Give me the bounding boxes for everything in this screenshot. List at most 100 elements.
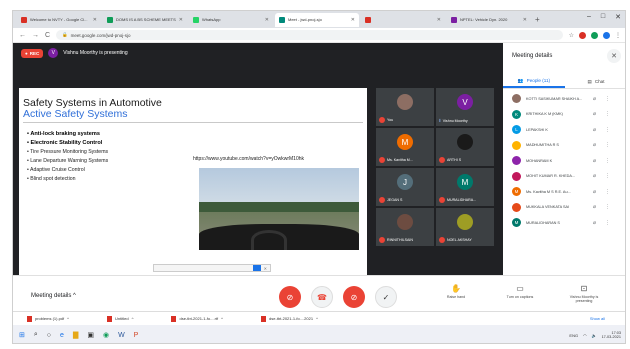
more-vert-icon[interactable]: ⋮ [605,204,610,210]
download-item[interactable]: dse-tbt-2021-1-fo....2021 ^ [261,315,318,322]
browser-tab[interactable]: WhatsApp ✕ [189,13,273,27]
show-all-link[interactable]: Show all [590,316,605,321]
close-tab-icon[interactable]: ✕ [93,17,97,23]
mic-off-icon[interactable]: ⌀ [593,220,596,226]
close-tab-icon[interactable]: ✕ [351,17,355,23]
windows-start-icon[interactable]: ⊞ [19,331,25,339]
mic-off-icon[interactable]: ⌀ [593,158,596,164]
participant-tile[interactable]: RINNITHILSAIN [375,207,435,247]
minimize-icon[interactable]: – [587,13,591,21]
browser-tab[interactable]: Welcome to NVTY - Google Cl... ✕ [17,13,101,27]
meeting-details-button[interactable]: Meeting details ^ [31,293,76,299]
tab-chat[interactable]: ▤ Chat [565,75,625,88]
participant-tile[interactable]: J JEGAN S [375,167,435,207]
mic-off-icon[interactable]: ⌀ [593,189,596,195]
edge-icon[interactable]: e [60,332,64,339]
more-vert-icon[interactable]: ⋮ [605,96,610,102]
puzzle-icon[interactable]: ⋮ [615,32,621,39]
extension-icon[interactable] [603,31,610,39]
favicon-icon [21,16,27,23]
more-vert-icon[interactable]: ⋮ [605,173,610,179]
download-item[interactable]: problems (1).pdf ^ [27,315,69,322]
extension-icon[interactable] [591,31,598,39]
close-tab-icon[interactable]: ✕ [437,17,441,23]
mic-off-icon[interactable]: ⌀ [593,96,596,102]
captions-button[interactable]: ▭ Turn on captions [497,284,543,303]
participant-tile[interactable]: V ⦀ Vishnu Moorthy [435,87,495,127]
participant-tile[interactable]: You [375,87,435,127]
wifi-icon[interactable]: ◠ [583,333,587,338]
mic-off-icon[interactable]: ⌀ [593,204,596,210]
volume-icon[interactable]: 🔈 [592,333,597,338]
camera-toggle-button[interactable]: ⊘ [343,286,365,308]
close-tab-icon[interactable]: ✕ [265,17,269,23]
download-item[interactable]: dse-tbt-2021-1-fo....rtf ^ [171,315,223,322]
tile-label: You [379,117,393,123]
more-vert-icon[interactable]: ⋮ [605,189,610,195]
list-item[interactable]: MOHIT KUMAR R. KHEDA... ⌀ ⋮ [503,169,625,185]
mic-off-icon[interactable]: ⌀ [593,173,596,179]
word-icon[interactable]: W [118,332,125,339]
back-icon[interactable]: ← [19,32,26,39]
more-vert-icon[interactable]: ⋮ [605,220,610,226]
download-item[interactable]: Untitled ^ [107,315,133,322]
list-item[interactable]: MUKKALA VENKATA SAI ⌀ ⋮ [503,200,625,216]
maximize-icon[interactable]: □ [601,13,605,21]
clock[interactable]: 17:03 17-03-2021 [602,331,621,340]
chrome-icon[interactable]: ◉ [103,331,109,339]
forward-icon[interactable]: → [32,32,39,39]
close-tab-icon[interactable]: ✕ [523,17,527,23]
presenting-button[interactable]: ⊡ Vishnu Moorthy is presenting [561,284,607,303]
leave-call-button[interactable]: ☎ [311,286,333,308]
browser-tab[interactable]: Meet - jwd-pnoj-sjo ✕ [275,12,359,27]
powerpoint-icon[interactable]: P [134,332,139,339]
record-dot-icon: ● [25,50,28,56]
url-field[interactable]: 🔒 meet.google.com/jwd-pnoj-sjo [56,30,563,40]
new-tab-button[interactable]: + [535,15,540,24]
close-window-icon[interactable]: ✕ [615,13,621,21]
mic-off-icon[interactable]: ⌀ [593,142,596,148]
mic-off-icon[interactable]: ⌀ [593,127,596,133]
download-filename: Untitled [115,316,129,321]
mic-toggle-button[interactable]: ⊘ [279,286,301,308]
list-item[interactable]: M MURALIDHARAN S ⌀ ⋮ [503,215,625,231]
close-tab-icon[interactable]: ✕ [179,17,183,23]
mic-off-icon[interactable]: ⌀ [593,111,596,117]
language-indicator[interactable]: ENG [569,333,578,338]
tab-people[interactable]: 👥 People (11) [503,75,565,88]
more-vert-icon[interactable]: ⋮ [605,111,610,117]
extension-icon[interactable] [579,31,586,39]
browser-tab[interactable]: DOMS IS A BS SCHEME MEETS ✕ [103,13,187,27]
raise-hand-button[interactable]: ✋ Raise hand [433,284,479,303]
browser-tab[interactable]: ✕ [361,13,445,27]
lock-icon: 🔒 [62,32,68,37]
window-controls: – □ ✕ [587,13,621,21]
slide-bullet: Anti-lock braking systems [27,130,108,139]
more-options-button[interactable]: ✓ [375,286,397,308]
participant-tile[interactable]: M MURALIDHARA... [435,167,495,207]
more-vert-icon[interactable]: ⋮ [605,127,610,133]
list-item[interactable]: K KRITHIKA K M (KMK) ⌀ ⋮ [503,107,625,123]
browser-tab[interactable]: NPTEL: Vehicle Dyn. 2020 ✕ [447,13,531,27]
list-item[interactable]: L LEPAKSHI K ⌀ ⋮ [503,122,625,138]
task-view-icon[interactable]: ○ [47,332,51,339]
file-explorer-icon[interactable]: ▇ [73,331,78,339]
participant-tile[interactable]: ARTHI S [435,127,495,167]
list-item[interactable]: M Ms. Kavitha M S R.E. Au... ⌀ ⋮ [503,184,625,200]
star-icon[interactable]: ☆ [569,32,574,39]
list-item[interactable]: KOTTI SASIKUMAR SHAIKH A... ⌀ ⋮ [503,91,625,107]
close-icon[interactable]: ✕ [607,49,621,63]
reload-icon[interactable]: C [45,32,50,39]
list-item[interactable]: MADHUMITHA R S ⌀ ⋮ [503,138,625,154]
chat-icon: ▤ [587,78,592,84]
participant-tile[interactable]: M Ms. Kavitha M... [375,127,435,167]
search-icon[interactable]: ⌕ [34,331,38,339]
avatar: K [512,109,521,119]
participant-tile[interactable]: NOEL AKSHAY [435,207,495,247]
list-item[interactable]: MOHANRAM K ⌀ ⋮ [503,153,625,169]
more-vert-icon[interactable]: ⋮ [605,142,610,148]
store-icon[interactable]: ▣ [87,331,94,339]
downloads-bar: problems (1).pdf ^ Untitled ^ dse-tbt-2021-1… [13,311,625,325]
more-vert-icon[interactable]: ⋮ [605,158,610,164]
download-filename: dse-tbt-2021-1-fo....rtf [179,316,219,321]
